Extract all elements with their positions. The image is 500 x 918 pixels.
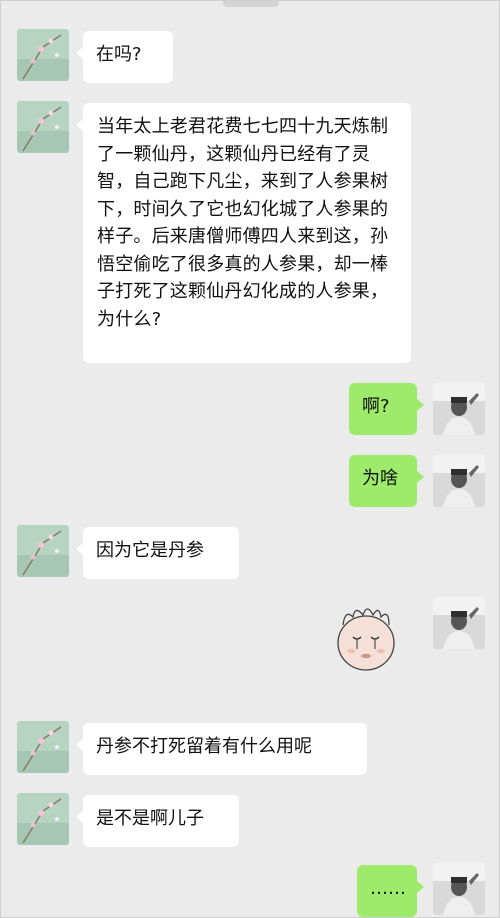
contact-avatar[interactable] [17,793,69,845]
my-avatar[interactable] [433,863,485,915]
message-bubble[interactable]: 是不是啊儿子 [76,795,239,847]
chat-window: 在吗? 当年太上老君花费七七四十九天炼制了一颗仙丹，这颗仙丹已经有了灵智，自己跑… [0,0,500,918]
person-photo-avatar-icon [433,455,485,507]
flower-avatar-icon [17,29,69,81]
message-bubble[interactable]: 丹参不打死留着有什么用呢 [76,723,367,775]
message-bubble[interactable]: 在吗? [76,31,173,83]
message-text: 丹参不打死留着有什么用呢 [96,736,312,757]
message-text: …… [370,878,406,899]
flower-avatar-icon [17,793,69,845]
message-bubble[interactable]: 为啥 [349,455,424,507]
person-photo-avatar-icon [433,383,485,435]
person-photo-avatar-icon [433,863,485,915]
crying-face-sticker-icon [337,608,395,671]
message-bubble[interactable]: 当年太上老君花费七七四十九天炼制了一颗仙丹，这颗仙丹已经有了灵智，自己跑下凡尘，… [76,103,411,363]
message-text: 因为它是丹参 [96,540,204,561]
message-text: 当年太上老君花费七七四十九天炼制了一颗仙丹，这颗仙丹已经有了灵智，自己跑下凡尘，… [97,116,389,330]
contact-avatar[interactable] [17,101,69,153]
top-scroll-indicator [223,1,279,7]
flower-avatar-icon [17,525,69,577]
my-avatar[interactable] [433,383,485,435]
my-avatar[interactable] [433,597,485,649]
message-text: 在吗? [96,44,142,65]
message-bubble[interactable]: 因为它是丹参 [76,527,239,579]
message-bubble[interactable]: …… [357,865,424,917]
flower-avatar-icon [17,101,69,153]
message-bubble[interactable]: 啊? [349,383,424,435]
contact-avatar[interactable] [17,525,69,577]
crying-face-sticker[interactable] [329,603,403,675]
contact-avatar[interactable] [17,721,69,773]
message-text: 为啥 [362,468,398,489]
contact-avatar[interactable] [17,29,69,81]
message-text: 啊? [362,396,390,417]
person-photo-avatar-icon [433,597,485,649]
flower-avatar-icon [17,721,69,773]
message-text: 是不是啊儿子 [96,808,204,829]
my-avatar[interactable] [433,455,485,507]
